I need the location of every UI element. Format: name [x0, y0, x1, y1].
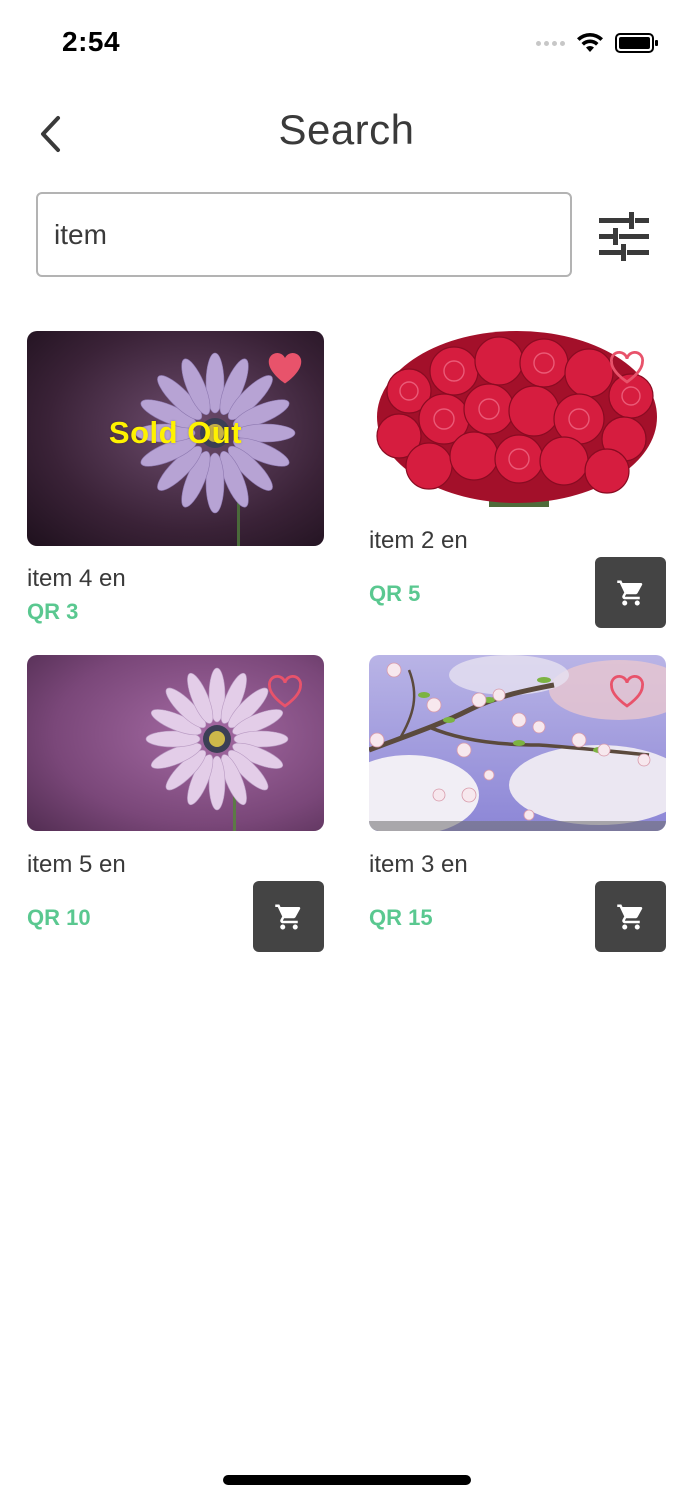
product-price: QR 3	[27, 599, 79, 624]
wifi-icon	[577, 32, 603, 52]
filter-sliders-icon	[599, 212, 649, 261]
product-image	[27, 655, 324, 831]
product-card[interactable]: Sold Out item 4 en QR 3	[27, 331, 324, 624]
cellular-signal-icon	[536, 40, 565, 46]
status-bar: 2:54	[0, 0, 693, 88]
status-indicators	[536, 32, 659, 54]
cart-icon	[616, 580, 642, 605]
product-card[interactable]: item 3 en QR 15	[369, 655, 666, 952]
product-price: QR 10	[27, 905, 91, 930]
sold-out-label: Sold Out	[108, 415, 243, 450]
status-time: 2:54	[62, 26, 121, 57]
product-card[interactable]: item 2 en QR 5	[369, 331, 666, 628]
product-name: item 2 en	[369, 527, 468, 554]
header: Search	[0, 88, 693, 178]
cart-icon	[616, 904, 642, 929]
search-input[interactable]	[36, 192, 572, 277]
product-price: QR 15	[369, 905, 433, 930]
product-price: QR 5	[369, 581, 421, 606]
add-to-cart-button[interactable]	[595, 881, 666, 952]
product-name: item 5 en	[27, 851, 126, 878]
product-card[interactable]: item 5 en QR 10	[27, 655, 324, 952]
product-image	[369, 331, 666, 507]
home-indicator[interactable]	[223, 1475, 471, 1485]
cart-icon	[274, 904, 300, 929]
filter-button[interactable]	[594, 206, 654, 266]
battery-icon	[615, 33, 658, 53]
page-title: Search	[278, 106, 415, 153]
heart-icon[interactable]	[608, 351, 646, 385]
heart-icon[interactable]	[608, 675, 646, 709]
product-image: Sold Out	[27, 331, 324, 546]
add-to-cart-button[interactable]	[253, 881, 324, 952]
add-to-cart-button[interactable]	[595, 557, 666, 628]
heart-icon[interactable]	[266, 675, 304, 709]
heart-icon[interactable]	[266, 351, 304, 385]
product-name: item 4 en	[27, 565, 126, 592]
product-name: item 3 en	[369, 851, 468, 878]
product-image	[369, 655, 666, 831]
